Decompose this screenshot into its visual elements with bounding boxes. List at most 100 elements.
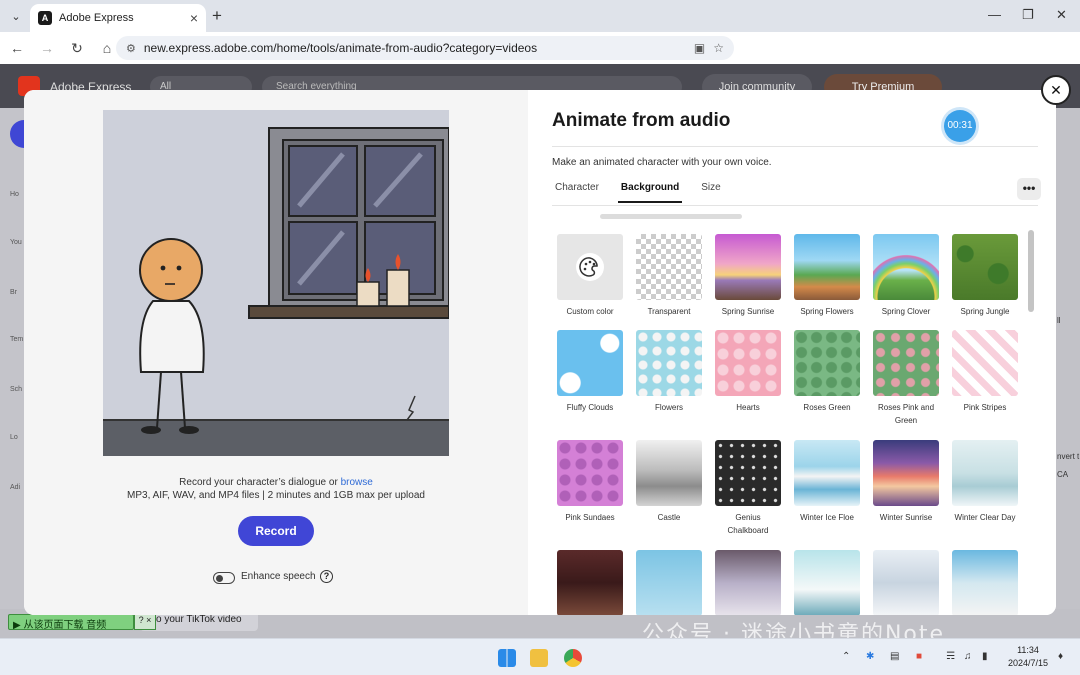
background-thumb xyxy=(873,440,939,506)
tab-character[interactable]: Character xyxy=(552,182,602,203)
background-row4-4[interactable] xyxy=(794,550,860,615)
sidebar-item-brands[interactable]: Br xyxy=(10,289,17,296)
animate-from-audio-modal: Record your character’s dialogue or brow… xyxy=(24,90,1056,615)
new-tab-icon[interactable]: + xyxy=(212,6,222,26)
vertical-scrollbar[interactable] xyxy=(1028,230,1034,312)
sidebar-item-schedule[interactable]: Sch xyxy=(10,386,22,393)
wifi-icon[interactable]: ☴ xyxy=(946,651,955,662)
background-row4-2[interactable] xyxy=(636,550,702,615)
tab-search-icon[interactable]: ⌄ xyxy=(6,6,26,26)
background-label: Winter Clear Day xyxy=(954,513,1016,522)
background-thumb xyxy=(715,550,781,615)
background-genius-chalkboard[interactable]: Genius Chalkboard xyxy=(715,440,781,537)
overlay-help-text: ? xyxy=(138,615,144,625)
background-label: Winter Sunrise xyxy=(879,513,933,522)
background-row4-3[interactable] xyxy=(715,550,781,615)
horizontal-scrollbar[interactable] xyxy=(600,214,742,219)
browser-tab[interactable]: A Adobe Express × xyxy=(30,4,206,32)
background-label: Pink Stripes xyxy=(963,403,1007,412)
volume-icon[interactable]: ♫ xyxy=(964,651,972,662)
background-winter-ice-floe[interactable]: Winter Ice Floe xyxy=(794,440,860,524)
window-close-icon[interactable]: ✕ xyxy=(1056,7,1067,23)
background-custom-color[interactable]: Custom color xyxy=(557,234,623,318)
background-roses-green[interactable]: Roses Green xyxy=(794,330,860,414)
file-explorer-icon[interactable] xyxy=(530,649,548,667)
background-thumb xyxy=(794,234,860,300)
background-flowers[interactable]: Flowers xyxy=(636,330,702,414)
windows-start-icon[interactable] xyxy=(498,649,516,667)
site-info-icon[interactable]: ⚙ xyxy=(126,42,136,55)
background-thumb xyxy=(794,550,860,615)
background-thumb xyxy=(636,330,702,396)
background-winter-clear-day[interactable]: Winter Clear Day xyxy=(952,440,1018,524)
background-label: Winter Ice Floe xyxy=(800,513,854,522)
watermark: 公众号 · 迷途小书童的Note xyxy=(642,622,946,638)
chrome-icon[interactable] xyxy=(564,649,582,667)
background-row4-5[interactable] xyxy=(873,550,939,615)
ime-icon[interactable]: ▤ xyxy=(890,651,899,662)
app-tray-icon[interactable]: ■ xyxy=(916,651,922,662)
background-castle[interactable]: Castle xyxy=(636,440,702,524)
background-thumb xyxy=(715,440,781,506)
bluetooth-icon[interactable]: ✱ xyxy=(866,651,874,662)
address-bar[interactable]: ⚙ new.express.adobe.com/home/tools/anima… xyxy=(116,36,734,60)
background-hearts[interactable]: Hearts xyxy=(715,330,781,414)
character-scene-illustration xyxy=(103,110,449,456)
sidebar-item-add-ons[interactable]: Adi xyxy=(10,484,20,491)
background-thumb xyxy=(636,550,702,615)
sidebar-item-home[interactable]: Ho xyxy=(10,191,19,198)
enhance-speech-toggle[interactable] xyxy=(213,572,235,584)
background-spring-clover[interactable]: Spring Clover xyxy=(873,234,939,318)
download-audio-overlay[interactable]: ▶ 从该页面下载 音频 xyxy=(8,614,134,631)
background-pink-stripes[interactable]: Pink Stripes xyxy=(952,330,1018,414)
background-label: Fluffy Clouds xyxy=(566,403,614,412)
minimize-icon[interactable]: — xyxy=(988,7,1001,22)
install-app-icon[interactable]: ▣ xyxy=(694,41,705,55)
battery-icon[interactable]: ▮ xyxy=(982,651,988,662)
background-row4-6[interactable] xyxy=(952,550,1018,615)
background-spring-jungle[interactable]: Spring Jungle xyxy=(952,234,1018,318)
background-label: Pink Sundaes xyxy=(565,513,615,522)
preview-pane: Record your character’s dialogue or brow… xyxy=(24,90,528,615)
tab-background[interactable]: Background xyxy=(617,182,683,203)
recording-timer: 00:31 xyxy=(944,110,976,142)
forward-icon[interactable]: → xyxy=(34,40,60,56)
bookmark-star-icon[interactable]: ☆ xyxy=(713,41,724,55)
background-thumb xyxy=(952,550,1018,615)
tabs-divider xyxy=(552,205,1038,206)
tab-close-icon[interactable]: × xyxy=(190,10,198,26)
background-row4-1[interactable] xyxy=(557,550,623,615)
background-fluffy-clouds[interactable]: Fluffy Clouds xyxy=(557,330,623,414)
sidebar-item-your-stuff[interactable]: You xyxy=(10,239,22,246)
background-thumb xyxy=(794,330,860,396)
close-modal-icon[interactable]: ✕ xyxy=(1041,75,1071,105)
background-winter-sunrise[interactable]: Winter Sunrise xyxy=(873,440,939,524)
sidebar-item-learn[interactable]: Lo xyxy=(10,434,18,441)
background-spring-flowers[interactable]: Spring Flowers xyxy=(794,234,860,318)
help-icon[interactable]: ? xyxy=(320,570,333,583)
tray-overflow-icon[interactable]: ⌃ xyxy=(842,651,850,662)
title-divider xyxy=(552,146,1038,147)
taskbar-clock[interactable]: 11:34 2024/7/15 xyxy=(1002,644,1054,670)
palette-icon xyxy=(576,253,604,281)
background-pink-sundaes[interactable]: Pink Sundaes xyxy=(557,440,623,524)
reload-icon[interactable]: ↻ xyxy=(64,40,90,57)
browse-link[interactable]: browse xyxy=(341,477,373,488)
notification-bell-icon[interactable]: ♦ xyxy=(1058,651,1063,662)
url-text[interactable]: new.express.adobe.com/home/tools/animate… xyxy=(144,41,686,55)
record-button[interactable]: Record xyxy=(238,516,314,546)
background-roses-pink-green[interactable]: Roses Pink and Green xyxy=(873,330,939,427)
option-tabs: Character Background Size xyxy=(552,182,740,203)
more-options-button[interactable]: ••• xyxy=(1017,178,1041,200)
back-icon[interactable]: ← xyxy=(4,40,30,56)
background-spring-sunrise[interactable]: Spring Sunrise xyxy=(715,234,781,318)
tab-size[interactable]: Size xyxy=(698,182,723,203)
right-edge-text-convert: nvert t xyxy=(1057,452,1080,461)
restore-icon[interactable]: ❐ xyxy=(1022,7,1034,23)
download-audio-text: 从该页面下载 音频 xyxy=(23,620,107,631)
background-label: Spring Flowers xyxy=(800,307,854,316)
background-transparent[interactable]: Transparent xyxy=(636,234,702,318)
sidebar-item-templates[interactable]: Tem xyxy=(10,336,23,343)
background-thumb xyxy=(873,234,939,300)
overlay-help-close[interactable]: ? × xyxy=(134,614,156,630)
